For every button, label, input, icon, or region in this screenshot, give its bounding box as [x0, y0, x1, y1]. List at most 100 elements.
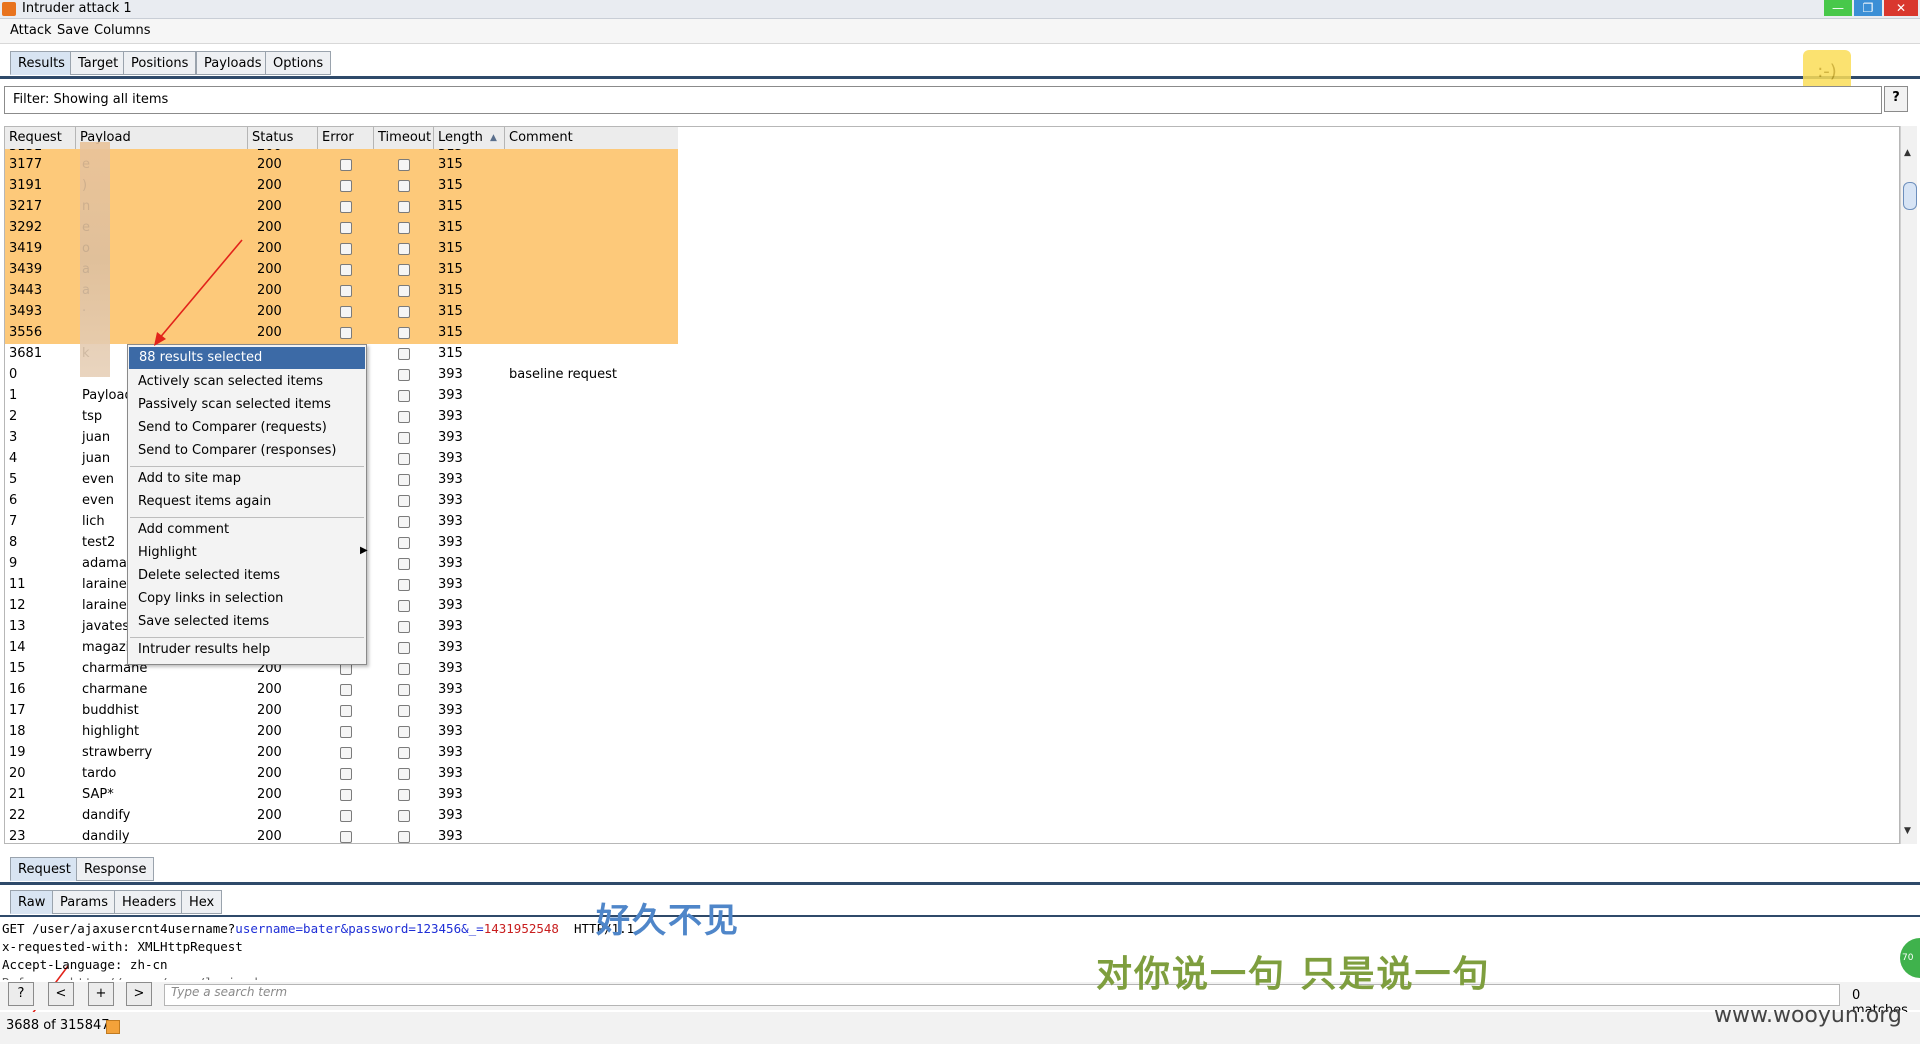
timeout-checkbox[interactable]	[398, 180, 410, 192]
error-checkbox[interactable]	[340, 264, 352, 276]
menu-highlight[interactable]: Highlight ▶	[138, 545, 368, 560]
timeout-checkbox[interactable]	[398, 684, 410, 696]
scroll-up-icon[interactable]: ▲	[1904, 148, 1911, 158]
timeout-checkbox[interactable]	[398, 831, 410, 843]
tab-payloads[interactable]: Payloads	[196, 51, 270, 75]
error-checkbox[interactable]	[340, 201, 352, 213]
timeout-checkbox[interactable]	[398, 579, 410, 591]
menu-delete-selected[interactable]: Delete selected items	[138, 568, 280, 583]
timeout-checkbox[interactable]	[398, 348, 410, 360]
menu-save-selected[interactable]: Save selected items	[138, 614, 269, 629]
timeout-checkbox[interactable]	[398, 558, 410, 570]
error-checkbox[interactable]	[340, 705, 352, 717]
search-next-button[interactable]: >	[126, 982, 152, 1006]
timeout-checkbox[interactable]	[398, 705, 410, 717]
timeout-checkbox[interactable]	[398, 495, 410, 507]
menu-add-comment[interactable]: Add comment	[138, 522, 229, 537]
timeout-checkbox[interactable]	[398, 327, 410, 339]
error-checkbox[interactable]	[340, 306, 352, 318]
timeout-checkbox[interactable]	[398, 474, 410, 486]
col-length[interactable]: Length ▲	[434, 127, 505, 149]
scrollbar-thumb[interactable]	[1903, 182, 1917, 210]
timeout-checkbox[interactable]	[398, 285, 410, 297]
error-checkbox[interactable]	[340, 180, 352, 192]
vertical-scrollbar[interactable]: ▲ ▼	[1900, 126, 1917, 844]
filter-bar[interactable]: Filter: Showing all items	[4, 86, 1882, 114]
tab-target[interactable]: Target	[70, 51, 127, 75]
col-timeout[interactable]: Timeout	[374, 127, 434, 149]
timeout-checkbox[interactable]	[398, 159, 410, 171]
col-request[interactable]: Request	[5, 127, 76, 149]
error-checkbox[interactable]	[340, 159, 352, 171]
timeout-checkbox[interactable]	[398, 747, 410, 759]
menu-passively-scan[interactable]: Passively scan selected items	[138, 397, 331, 412]
tab-results[interactable]: Results	[10, 51, 73, 75]
error-checkbox[interactable]	[340, 222, 352, 234]
timeout-checkbox[interactable]	[398, 810, 410, 822]
menu-columns[interactable]: Columns	[94, 23, 151, 38]
timeout-checkbox[interactable]	[398, 306, 410, 318]
tab-params[interactable]: Params	[52, 890, 116, 914]
timeout-checkbox[interactable]	[398, 516, 410, 528]
timeout-checkbox[interactable]	[398, 369, 410, 381]
menu-send-comparer-requests[interactable]: Send to Comparer (requests)	[138, 420, 327, 435]
maximize-button[interactable]: ❐	[1854, 0, 1882, 16]
menu-copy-links[interactable]: Copy links in selection	[138, 591, 283, 606]
timeout-checkbox[interactable]	[398, 663, 410, 675]
timeout-checkbox[interactable]	[398, 768, 410, 780]
search-input[interactable]: Type a search term	[164, 984, 1840, 1006]
error-checkbox[interactable]	[340, 789, 352, 801]
timeout-checkbox[interactable]	[398, 789, 410, 801]
error-checkbox[interactable]	[340, 243, 352, 255]
minimize-button[interactable]: —	[1824, 0, 1852, 16]
close-window-button[interactable]: ✕	[1884, 0, 1918, 16]
tab-hex[interactable]: Hex	[181, 890, 223, 914]
timeout-checkbox[interactable]	[398, 726, 410, 738]
search-options-button[interactable]: +	[88, 982, 114, 1006]
timeout-checkbox[interactable]	[398, 390, 410, 402]
scroll-down-icon[interactable]: ▼	[1904, 826, 1911, 836]
error-checkbox[interactable]	[340, 285, 352, 297]
timeout-checkbox[interactable]	[398, 621, 410, 633]
timeout-checkbox[interactable]	[398, 600, 410, 612]
timeout-checkbox[interactable]	[398, 453, 410, 465]
col-comment[interactable]: Comment	[505, 127, 678, 149]
menu-send-comparer-responses[interactable]: Send to Comparer (responses)	[138, 443, 336, 458]
table-row[interactable]: 21 SAP* 200 393	[5, 785, 678, 806]
timeout-checkbox[interactable]	[398, 411, 410, 423]
filter-help-button[interactable]: ?	[1884, 86, 1908, 112]
table-row[interactable]: 22 dandify 200 393	[5, 806, 678, 827]
error-checkbox[interactable]	[340, 768, 352, 780]
tab-headers[interactable]: Headers	[114, 890, 185, 914]
menu-intruder-results-help[interactable]: Intruder results help	[138, 642, 270, 657]
timeout-checkbox[interactable]	[398, 222, 410, 234]
timeout-checkbox[interactable]	[398, 642, 410, 654]
menu-add-to-site-map[interactable]: Add to site map	[138, 471, 241, 486]
raw-request-editor[interactable]: GET /user/ajaxusercnt4username?username=…	[2, 920, 1882, 980]
timeout-checkbox[interactable]	[398, 432, 410, 444]
error-checkbox[interactable]	[340, 684, 352, 696]
tab-response[interactable]: Response	[76, 857, 155, 881]
timeout-checkbox[interactable]	[398, 243, 410, 255]
search-previous-button[interactable]: <	[48, 982, 74, 1006]
menu-save[interactable]: Save	[57, 23, 89, 38]
timeout-checkbox[interactable]	[398, 264, 410, 276]
tab-positions[interactable]: Positions	[123, 51, 197, 75]
timeout-checkbox[interactable]	[398, 201, 410, 213]
col-error[interactable]: Error	[318, 127, 374, 149]
error-checkbox[interactable]	[340, 726, 352, 738]
menu-actively-scan[interactable]: Actively scan selected items	[138, 374, 323, 389]
menu-request-items-again[interactable]: Request items again	[138, 494, 271, 509]
timeout-checkbox[interactable]	[398, 537, 410, 549]
table-row[interactable]: 16 charmane 200 393	[5, 680, 678, 701]
col-status[interactable]: Status	[248, 127, 318, 149]
menu-attack[interactable]: Attack	[10, 23, 52, 38]
table-row[interactable]: 20 tardo 200 393	[5, 764, 678, 785]
tab-request[interactable]: Request	[10, 857, 79, 881]
error-checkbox[interactable]	[340, 327, 352, 339]
table-row[interactable]: 19 strawberry 200 393	[5, 743, 678, 764]
tab-raw[interactable]: Raw	[10, 890, 54, 914]
table-row[interactable]: 23 dandily 200 393	[5, 827, 678, 843]
search-help-button[interactable]: ?	[8, 982, 34, 1006]
table-row[interactable]: 17 buddhist 200 393	[5, 701, 678, 722]
